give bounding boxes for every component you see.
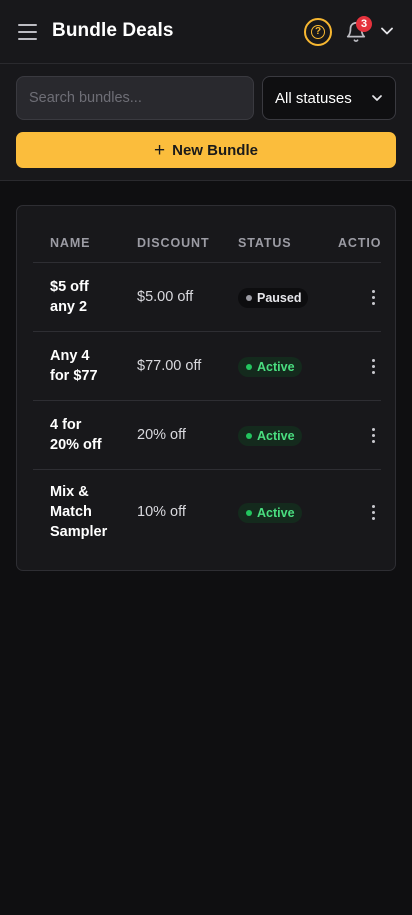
status-badge: Active [238, 503, 302, 523]
status-dot-icon [246, 433, 252, 439]
chevron-down-icon [372, 95, 382, 101]
status-badge: Active [238, 426, 302, 446]
bundle-name[interactable]: $5 off any 2 [50, 277, 120, 317]
status-dot-icon [246, 295, 252, 301]
status-dot-icon [246, 364, 252, 370]
bundle-name[interactable]: Mix & Match Sampler [50, 482, 120, 542]
row-actions-kebab-icon[interactable] [369, 357, 379, 375]
chevron-down-icon[interactable] [380, 26, 394, 36]
search-input[interactable] [16, 76, 254, 120]
table-row[interactable]: $5 off any 2 $5.00 off Paused [33, 263, 381, 332]
bundle-name[interactable]: 4 for 20% off [50, 415, 120, 455]
table-row[interactable]: Any 4 for $77 $77.00 off Active [33, 332, 381, 401]
column-header-name[interactable]: NAME [50, 236, 90, 250]
plus-icon: + [154, 139, 166, 161]
row-actions-kebab-icon[interactable] [369, 503, 379, 521]
table-row[interactable]: Mix & Match Sampler 10% off Active [33, 470, 381, 556]
column-header-discount[interactable]: DISCOUNT [137, 236, 209, 250]
new-bundle-label: New Bundle [172, 141, 258, 159]
column-header-actions[interactable]: ACTIO [338, 236, 381, 250]
status-dot-icon [246, 510, 252, 516]
bundle-discount: $5.00 off [137, 289, 194, 305]
notification-badge: 3 [356, 16, 372, 32]
bundle-name[interactable]: Any 4 for $77 [50, 346, 120, 386]
bundle-discount: $77.00 off [137, 358, 202, 374]
toolbar: All statuses + New Bundle [0, 64, 412, 181]
help-icon[interactable]: ? [304, 18, 332, 46]
status-badge: Active [238, 357, 302, 377]
bundles-card: NAME DISCOUNT STATUS ACTIO $5 off any 2 … [16, 205, 396, 571]
status-filter-select[interactable]: All statuses [262, 76, 396, 120]
hamburger-icon[interactable] [18, 23, 38, 41]
bundle-discount: 20% off [137, 427, 186, 443]
bundle-discount: 10% off [137, 504, 186, 520]
table-row[interactable]: 4 for 20% off 20% off Active [33, 401, 381, 470]
row-actions-kebab-icon[interactable] [369, 288, 379, 306]
app-header: Bundle Deals ? 3 [0, 0, 412, 64]
page-title: Bundle Deals [52, 20, 174, 41]
column-header-status[interactable]: STATUS [238, 236, 292, 250]
new-bundle-button[interactable]: + New Bundle [16, 132, 396, 168]
row-actions-kebab-icon[interactable] [369, 426, 379, 444]
status-filter-value: All statuses [275, 89, 352, 107]
table-header: NAME DISCOUNT STATUS ACTIO [33, 222, 381, 263]
bundles-table: NAME DISCOUNT STATUS ACTIO $5 off any 2 … [33, 222, 381, 556]
status-badge: Paused [238, 288, 309, 308]
